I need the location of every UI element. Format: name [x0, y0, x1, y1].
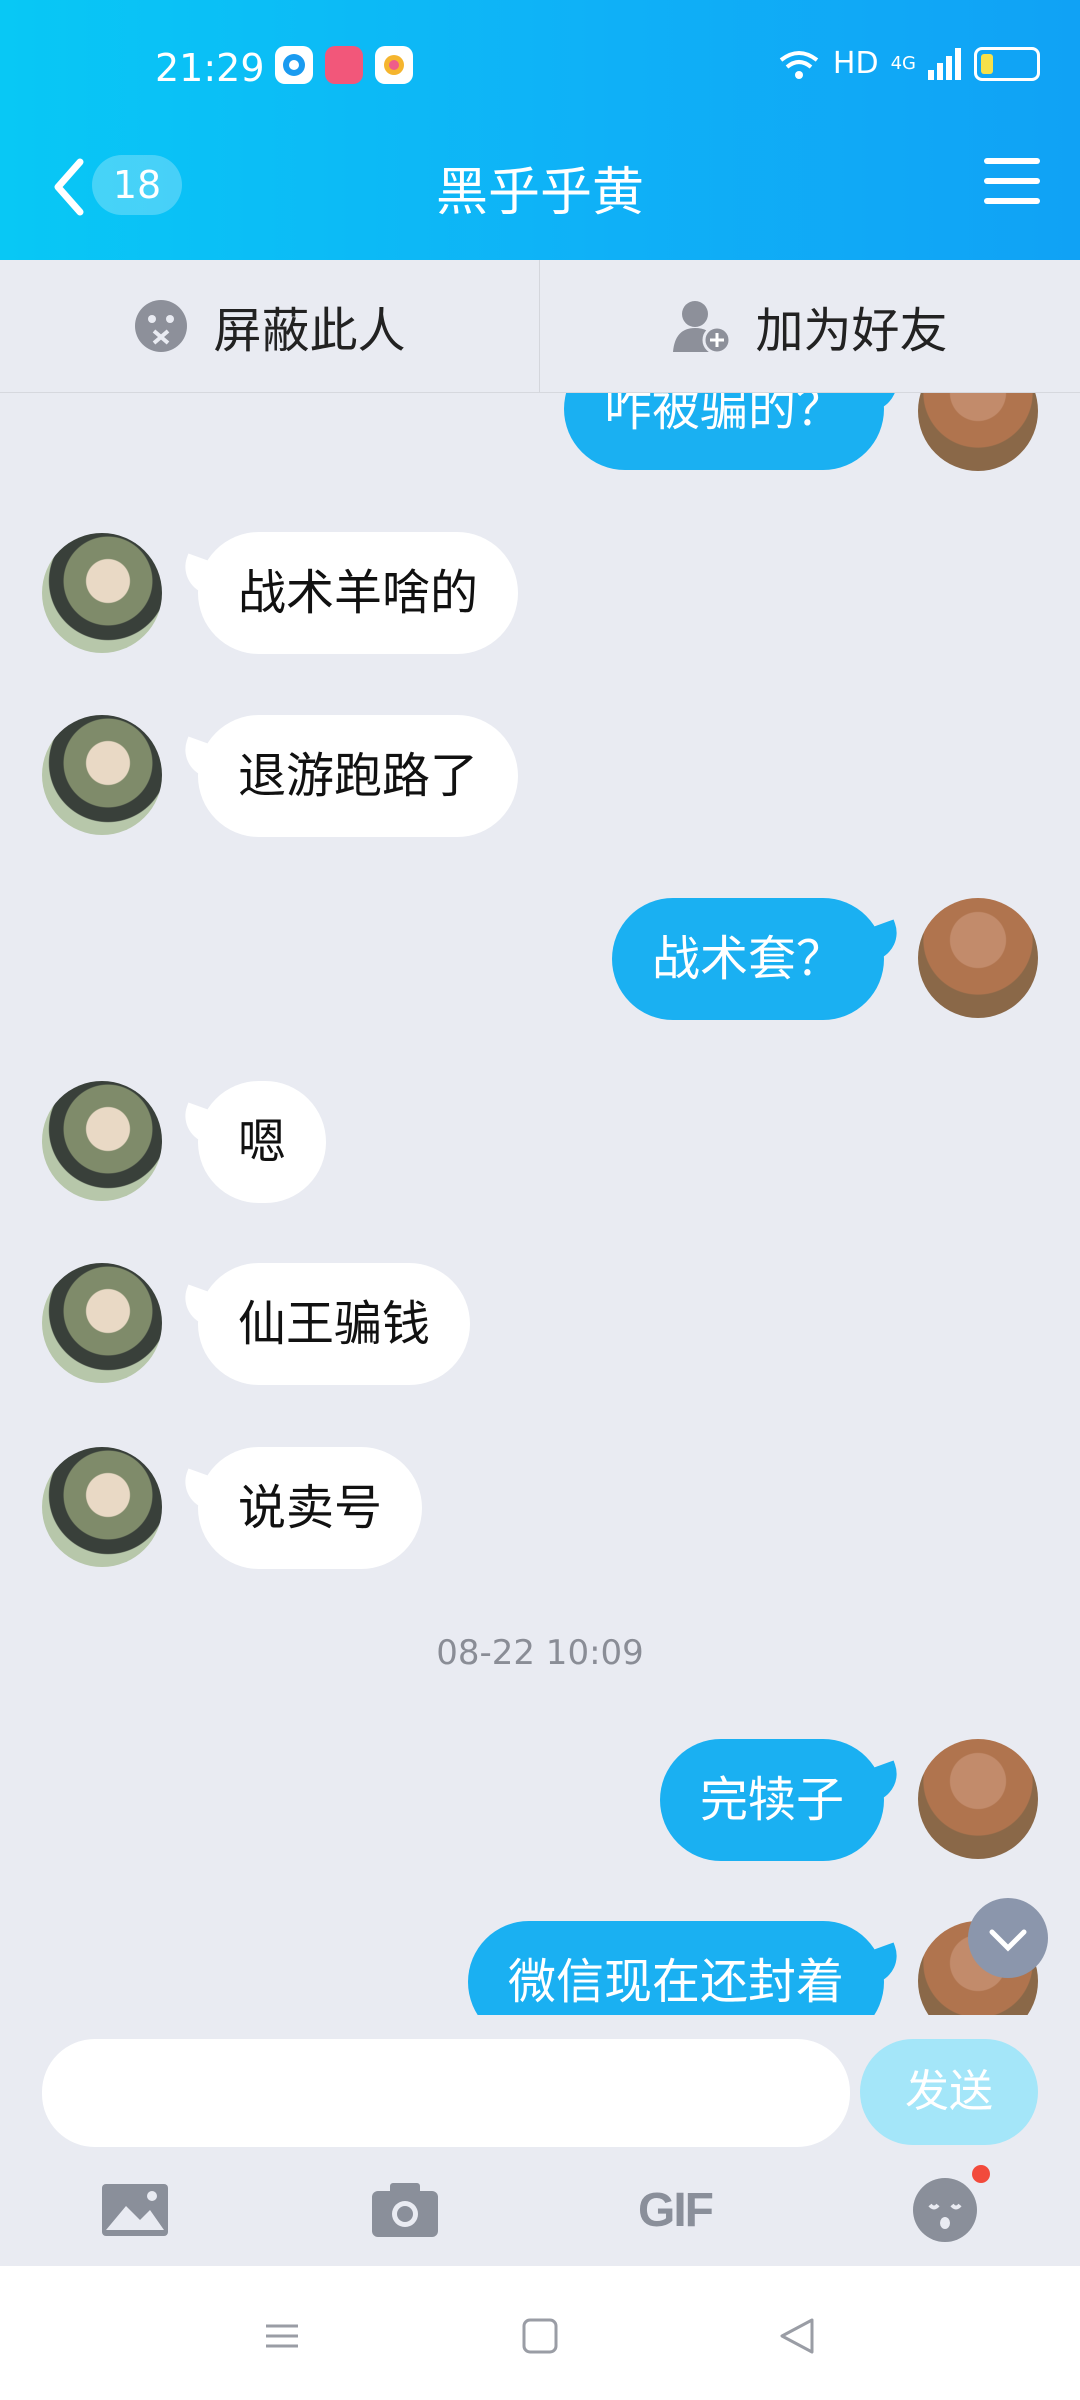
notification-dot — [972, 2165, 990, 2183]
network-type: 4G — [890, 53, 916, 74]
message-input[interactable] — [42, 2039, 850, 2147]
block-user-label: 屏蔽此人 — [213, 303, 406, 359]
home-icon[interactable] — [510, 2306, 570, 2366]
send-button[interactable]: 发送 — [860, 2039, 1038, 2145]
message-bubble-contact[interactable]: 说卖号 — [198, 1447, 423, 1569]
stranger-action-bar: 屏蔽此人 加为好友 — [0, 260, 1080, 393]
add-friend-icon — [673, 301, 732, 354]
chat-nav-bar: 18 黑乎乎黄 — [0, 140, 1080, 230]
contact-avatar[interactable] — [42, 1081, 162, 1201]
system-navigation-bar — [0, 2266, 1080, 2400]
self-avatar[interactable] — [918, 1739, 1038, 1859]
hd-indicator: HD — [832, 46, 879, 81]
add-friend-label: 加为好友 — [755, 303, 948, 359]
photos-icon — [375, 46, 413, 84]
menu-icon[interactable] — [984, 158, 1040, 214]
message-bubble-contact[interactable]: 仙王骗钱 — [198, 1263, 471, 1385]
contact-avatar[interactable] — [42, 715, 162, 835]
signal-icon — [928, 47, 961, 80]
status-bar: 21:29 HD 4G — [0, 40, 1080, 100]
block-user-button[interactable]: 屏蔽此人 — [0, 260, 540, 392]
contact-avatar[interactable] — [42, 1263, 162, 1383]
battery-icon — [974, 46, 1040, 81]
contact-avatar[interactable] — [42, 533, 162, 653]
recent-apps-icon[interactable] — [252, 2306, 312, 2366]
status-time: 21:29 — [155, 46, 265, 90]
gif-icon[interactable]: GIF — [630, 2165, 720, 2255]
message-bubble-self[interactable]: 咋被骗的？ — [563, 393, 884, 470]
message-bubble-contact[interactable]: 嗯 — [198, 1081, 327, 1203]
composer: 发送 — [0, 2035, 1080, 2147]
back-icon[interactable] — [768, 2306, 828, 2366]
contact-avatar[interactable] — [42, 1447, 162, 1567]
chevron-down-icon — [989, 1929, 1027, 1952]
app-notification-icon — [275, 46, 313, 84]
add-friend-button[interactable]: 加为好友 — [540, 260, 1079, 392]
emoji-icon[interactable] — [900, 2165, 990, 2255]
message-list[interactable]: 咋被骗的？ 战术羊啥的 退游跑路了 战术套？ 嗯 仙王骗钱 说卖号 08-22 … — [0, 393, 1080, 2015]
image-icon[interactable] — [90, 2165, 180, 2255]
wifi-icon — [779, 50, 819, 79]
scroll-to-bottom-button[interactable] — [968, 1898, 1048, 1978]
message-bubble-contact[interactable]: 战术羊啥的 — [198, 532, 519, 654]
status-right: HD 4G — [777, 46, 1040, 81]
camera-icon[interactable] — [360, 2165, 450, 2255]
message-bubble-contact[interactable]: 退游跑路了 — [198, 715, 519, 837]
message-bubble-self[interactable]: 战术套？ — [611, 898, 884, 1020]
bilibili-icon — [325, 46, 363, 84]
composer-toolbar: GIF — [0, 2165, 1080, 2265]
message-bubble-self[interactable]: 微信现在还封着 — [467, 1921, 884, 2015]
message-timestamp: 08-22 10:09 — [436, 1633, 644, 1673]
self-avatar[interactable] — [918, 898, 1038, 1018]
app-header: 21:29 HD 4G 18 黑乎乎黄 — [0, 0, 1080, 260]
chat-title: 黑乎乎黄 — [435, 163, 644, 223]
message-bubble-self[interactable]: 完犊子 — [659, 1739, 884, 1861]
block-icon — [135, 300, 188, 352]
self-avatar[interactable] — [918, 393, 1038, 471]
